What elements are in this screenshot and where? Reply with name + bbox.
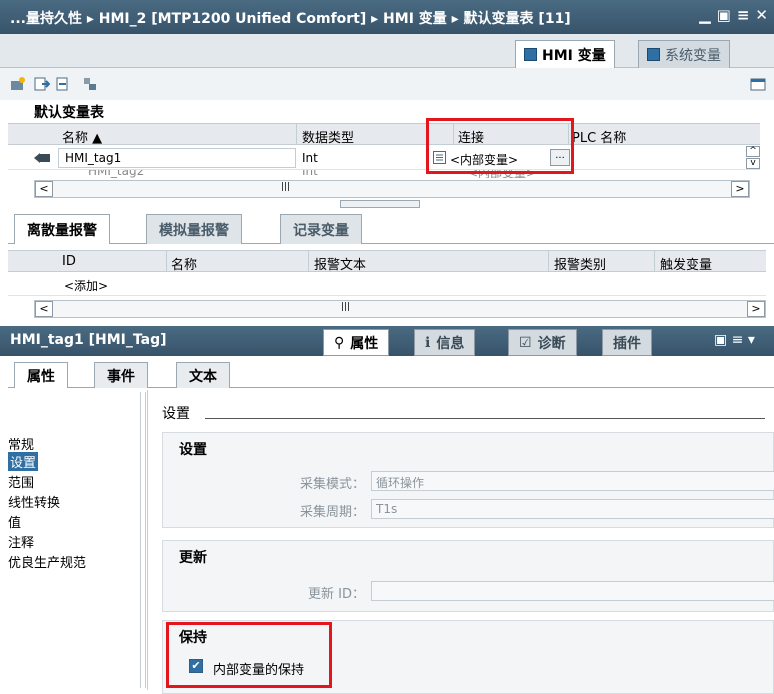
group-icon[interactable] <box>82 76 98 92</box>
section-divider <box>205 418 765 419</box>
column-name-header[interactable]: 名称 <box>171 254 197 273</box>
properties-icon: ⚲ <box>334 334 345 351</box>
tab-diagnostics[interactable]: ☑ 诊断 <box>508 329 577 356</box>
nav-splitter[interactable] <box>140 392 146 688</box>
window-layout-icon[interactable] <box>750 76 766 92</box>
scroll-left-icon[interactable]: < <box>35 181 53 197</box>
tab-hmi-variables[interactable]: HMI 变量 <box>515 40 615 68</box>
table-title: 默认变量表 <box>34 105 104 121</box>
scroll-right-icon[interactable]: > <box>731 181 749 197</box>
acquisition-cycle-label: 采集周期： <box>299 505 365 520</box>
tab-properties[interactable]: ⚲ 属性 <box>323 329 390 356</box>
update-id-field[interactable] <box>371 581 774 601</box>
group-title: 设置 <box>179 442 207 458</box>
tab-label: 属性 <box>350 335 379 352</box>
float-icon[interactable]: ▣ <box>717 6 731 24</box>
retain-highlight <box>166 622 332 688</box>
tab-analog-alarms[interactable]: 模拟量报警 <box>146 214 242 244</box>
splitter-handle[interactable] <box>340 200 420 208</box>
tab-label: 系统变量 <box>665 47 721 64</box>
column-type-header[interactable]: 数据类型 <box>302 127 354 146</box>
variable-table-icon <box>647 48 660 61</box>
add-row-label[interactable]: <添加> <box>64 277 108 294</box>
panel-menu-icon[interactable]: ▣ ≡ ▾ <box>714 332 755 348</box>
tag-name-cell[interactable]: HMI_tag2 <box>88 170 144 178</box>
scroll-left-icon[interactable]: < <box>35 301 53 317</box>
scroll-right-icon[interactable]: > <box>747 301 765 317</box>
variable-tabs: HMI 变量 系统变量 <box>0 34 774 68</box>
section-title: 设置 <box>162 406 190 422</box>
tab-discrete-alarms[interactable]: 离散量报警 <box>14 214 110 244</box>
inspector-bar: HMI_tag1 [HMI_Tag] ⚲ 属性 ℹ 信息 ☑ 诊断 插件 ▣ ≡ ▾ <box>0 326 774 356</box>
tag-name-cell[interactable]: HMI_tag1 <box>58 148 296 168</box>
table-row[interactable]: HMI_tag1 Int <内部变量> ... ^ v <box>8 146 760 170</box>
export-icon[interactable] <box>56 76 72 92</box>
tab-label: HMI 变量 <box>542 47 606 64</box>
minimize-icon[interactable]: ▁ <box>699 6 711 24</box>
group-title: 更新 <box>179 550 207 566</box>
insert-row-icon[interactable] <box>34 76 50 92</box>
diagnostics-icon: ☑ <box>519 334 532 351</box>
close-icon[interactable]: ✕ <box>755 6 768 24</box>
tag-type-cell[interactable]: Int <box>302 151 318 165</box>
nav-item-range[interactable]: 范围 <box>8 472 34 491</box>
add-variable-icon[interactable] <box>10 76 26 92</box>
column-id-header[interactable]: ID <box>62 254 76 269</box>
horizontal-scrollbar[interactable]: < ||| > <box>34 180 750 198</box>
variable-table-icon <box>524 48 537 61</box>
scroll-thumb[interactable]: ||| <box>341 302 350 312</box>
scroll-down-icon[interactable]: v <box>746 158 760 169</box>
info-icon: ℹ <box>425 334 431 351</box>
window-controls: ▁ ▣ ≡ ✕ <box>699 6 768 24</box>
update-id-label: 更新 ID： <box>308 587 365 602</box>
column-trigger-tag-header[interactable]: 触发变量 <box>660 254 712 273</box>
tab-texts[interactable]: 文本 <box>176 362 230 388</box>
tab-attributes[interactable]: 属性 <box>14 362 68 388</box>
tab-label: 诊断 <box>537 335 566 352</box>
column-alarm-text-header[interactable]: 报警文本 <box>314 254 366 273</box>
nav-item-values[interactable]: 值 <box>8 512 21 531</box>
hmi-tag-icon <box>34 153 50 163</box>
selected-object-name: HMI_tag1 [HMI_Tag] <box>10 332 167 348</box>
settings-group: 设置 采集模式： 循环操作 采集周期： T1s <box>162 432 774 528</box>
add-alarm-row[interactable]: <添加> <box>8 272 766 296</box>
property-navigation: 常规 设置 范围 线性转换 值 注释 优良生产规范 <box>8 390 148 690</box>
column-alarm-class-header[interactable]: 报警类别 <box>554 254 606 273</box>
scroll-thumb[interactable]: ||| <box>281 182 290 192</box>
tag-type-cell[interactable]: Int <box>302 170 318 178</box>
alarm-tabs: 离散量报警 模拟量报警 记录变量 <box>8 212 774 244</box>
update-group: 更新 更新 ID： <box>162 540 774 612</box>
editor-title-bar: ...量持久性 ▸ HMI_2 [MTP1200 Unified Comfort… <box>0 0 774 34</box>
tab-events[interactable]: 事件 <box>94 362 148 388</box>
acquisition-mode-label: 采集模式： <box>299 477 365 492</box>
nav-item-linear-scaling[interactable]: 线性转换 <box>8 492 60 511</box>
variable-table-header: 名称 ▲ 数据类型 连接 PLC 名称 <box>8 123 760 146</box>
column-plc-name-header[interactable]: PLC 名称 <box>572 127 626 146</box>
column-name-header[interactable]: 名称 ▲ <box>62 127 102 146</box>
inspector-subtabs: 属性 事件 文本 <box>8 360 774 388</box>
connection-highlight <box>426 118 574 174</box>
maximize-icon[interactable]: ≡ <box>737 6 750 24</box>
table-toolbar <box>0 68 774 100</box>
breadcrumb: ...量持久性 ▸ HMI_2 [MTP1200 Unified Comfort… <box>10 11 571 27</box>
tab-system-variables[interactable]: 系统变量 <box>638 40 730 68</box>
horizontal-scrollbar[interactable]: < ||| > <box>34 300 766 318</box>
nav-item-general[interactable]: 常规 <box>8 434 34 453</box>
alarm-table-header: ID 名称 报警文本 报警类别 触发变量 <box>8 250 766 273</box>
tab-logging-tags[interactable]: 记录变量 <box>280 214 362 244</box>
tab-info[interactable]: ℹ 信息 <box>414 329 476 356</box>
tab-plugins[interactable]: 插件 <box>602 329 652 356</box>
acquisition-mode-field[interactable]: 循环操作 <box>371 471 774 491</box>
tab-label: 插件 <box>613 335 641 352</box>
table-row[interactable]: HMI_tag2 Int <内部变量> <box>8 170 760 178</box>
scroll-up-icon[interactable]: ^ <box>746 146 760 157</box>
acquisition-cycle-field[interactable]: T1s <box>371 499 774 519</box>
nav-item-gmp[interactable]: 优良生产规范 <box>8 552 86 571</box>
nav-item-comment[interactable]: 注释 <box>8 532 34 551</box>
tab-label: 信息 <box>436 335 465 352</box>
nav-item-settings[interactable]: 设置 <box>8 452 39 471</box>
